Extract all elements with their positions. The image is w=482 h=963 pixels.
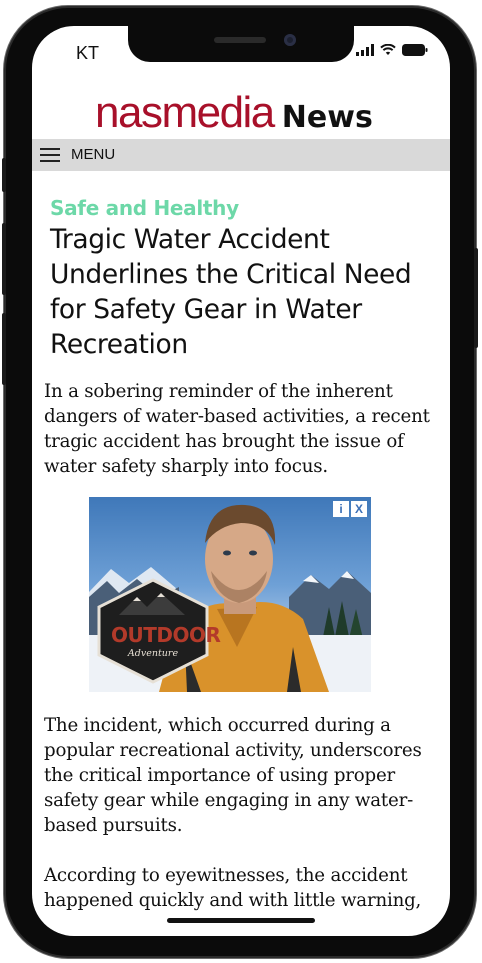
hamburger-icon[interactable] bbox=[40, 148, 60, 163]
status-icons bbox=[356, 44, 428, 56]
notch bbox=[128, 26, 354, 62]
article-paragraph: According to eyewitnesses, the accident … bbox=[44, 865, 422, 911]
ad-badge-subtitle: Adventure bbox=[127, 648, 179, 659]
article-paragraph: In a sobering reminder of the inherent d… bbox=[44, 381, 430, 477]
battery-icon bbox=[402, 44, 428, 56]
signal-icon bbox=[356, 44, 374, 56]
menu-label[interactable]: MENU bbox=[71, 146, 115, 163]
close-icon[interactable]: X bbox=[351, 501, 367, 517]
ad-controls: i X bbox=[333, 501, 367, 517]
info-icon[interactable]: i bbox=[333, 501, 349, 517]
side-button-volume-up bbox=[2, 223, 6, 295]
side-button-volume-down bbox=[2, 313, 6, 385]
article-category[interactable]: Safe and Healthy bbox=[50, 196, 239, 220]
side-button-power bbox=[474, 248, 478, 348]
speaker-icon bbox=[214, 37, 266, 43]
carrier-label: KT bbox=[76, 43, 100, 63]
camera-icon bbox=[284, 34, 296, 46]
ad-badge-title: OUTDOOR bbox=[111, 623, 221, 647]
brand-name: nasmedia bbox=[95, 88, 275, 137]
side-button-silent bbox=[2, 158, 6, 192]
site-logo[interactable]: nasmedia News bbox=[95, 88, 373, 138]
home-indicator[interactable] bbox=[167, 918, 315, 923]
article-headline: Tragic Water Accident Underlines the Cri… bbox=[50, 224, 412, 360]
section-name: News bbox=[281, 100, 373, 135]
wifi-icon bbox=[380, 44, 396, 55]
ad-brand-badge: OUTDOOR Adventure bbox=[97, 580, 221, 678]
menu-bar[interactable]: MENU bbox=[32, 139, 450, 171]
article-paragraph: The incident, which occurred during a po… bbox=[44, 715, 422, 836]
ad-banner[interactable]: i X OUTDOOR Adventure bbox=[89, 497, 371, 692]
